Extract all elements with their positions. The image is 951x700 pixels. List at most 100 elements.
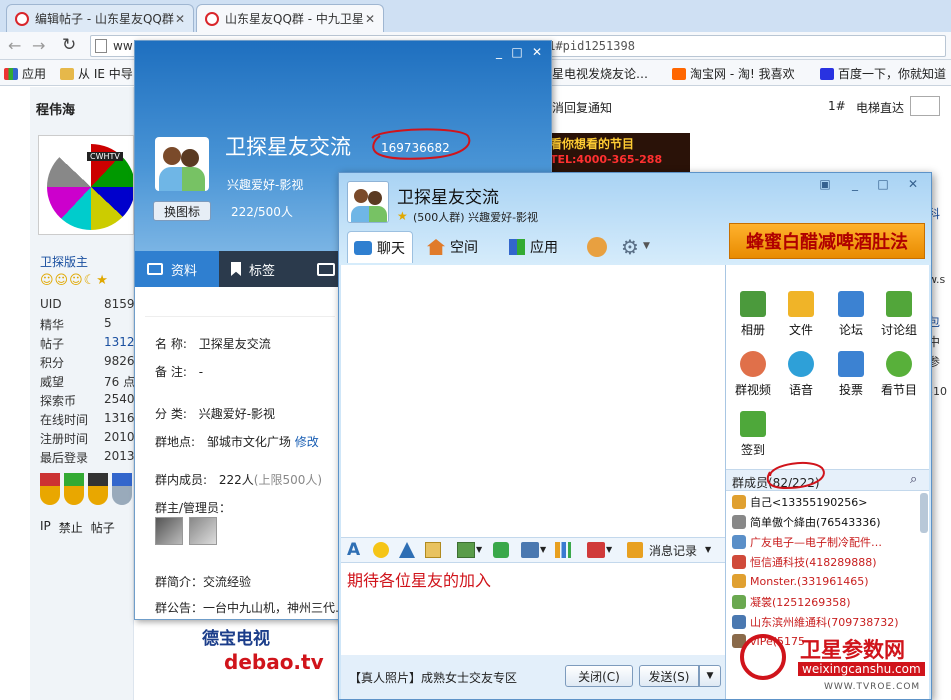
- member-item[interactable]: 凝裳(1251269358): [732, 594, 851, 610]
- notes-icon[interactable]: [425, 542, 441, 558]
- minimize-icon[interactable]: _: [491, 45, 507, 59]
- gear-icon[interactable]: ⚙: [621, 235, 639, 259]
- person-icon: [163, 147, 181, 165]
- ip-link[interactable]: IP: [40, 519, 51, 536]
- owner-avatar-icon: [732, 495, 746, 509]
- app-voice[interactable]: 语音: [778, 351, 824, 398]
- site-favicon-icon: [15, 11, 29, 26]
- stat-row: 注册时间 2010-: [40, 430, 139, 446]
- stat-row: 帖子 1312: [40, 335, 135, 351]
- debao-ad[interactable]: 德宝电视 debao.tv: [200, 620, 338, 680]
- app-watch-show[interactable]: 看节目: [876, 351, 922, 398]
- bookmark-baidu[interactable]: 百度一下，你就知道: [820, 65, 946, 82]
- footer-ad-link[interactable]: 【真人照片】成熟女士交友专区: [349, 669, 517, 686]
- reply-notify-label[interactable]: 消回复通知: [552, 99, 612, 116]
- format-toolbar: A ▼ ▼ ▼ 消息记录 ▼: [341, 537, 725, 563]
- bookmark-apps[interactable]: 应用: [4, 65, 46, 82]
- tab-chat[interactable]: 聊天: [347, 231, 413, 263]
- search-icon[interactable]: ⌕: [910, 472, 917, 487]
- forward-icon[interactable]: →: [32, 36, 45, 55]
- discussion-icon: [886, 291, 912, 317]
- chevron-down-icon[interactable]: ▼: [540, 545, 546, 554]
- chevron-down-icon[interactable]: ▼: [476, 545, 482, 554]
- app-discussion[interactable]: 讨论组: [876, 291, 922, 338]
- ban-link[interactable]: 禁止: [59, 519, 83, 536]
- banner-ad[interactable]: 看你想看的节目 TEL:4000-365-288: [546, 133, 690, 175]
- member-item[interactable]: 广友电子—电子制冷配件…: [732, 534, 882, 550]
- chevron-down-icon[interactable]: ▼: [643, 241, 650, 251]
- chart-icon[interactable]: [555, 542, 571, 558]
- skin-icon[interactable]: ▣: [817, 177, 833, 191]
- music-icon[interactable]: [493, 542, 509, 558]
- emoji-icon[interactable]: [373, 542, 389, 558]
- close-button[interactable]: 关闭(C): [565, 665, 633, 687]
- history-icon[interactable]: [627, 542, 643, 558]
- admin-avatar[interactable]: [189, 517, 217, 545]
- send-button[interactable]: 发送(S): [639, 665, 699, 687]
- font-icon[interactable]: A: [347, 540, 360, 560]
- close-tab-icon[interactable]: ✕: [175, 12, 185, 26]
- user-avatar[interactable]: CWHTV: [38, 135, 134, 235]
- member-item[interactable]: 简单傲个絳由(76543336): [732, 514, 881, 530]
- elevator-input[interactable]: [910, 96, 940, 116]
- tab-tags[interactable]: 标签: [219, 251, 305, 287]
- header-ad[interactable]: 蜂蜜白醋减啤酒肚法: [729, 223, 925, 259]
- shake-icon[interactable]: [399, 542, 415, 558]
- post-username[interactable]: 程伟海: [36, 99, 75, 118]
- chat-footer: 【真人照片】成熟女士交友专区 关闭(C) 发送(S) ▼: [341, 655, 725, 699]
- chevron-down-icon[interactable]: ▼: [705, 545, 711, 554]
- close-icon[interactable]: ✕: [905, 177, 921, 191]
- chat-group-avatar[interactable]: [347, 181, 389, 223]
- medal-badges: [40, 473, 132, 507]
- maximize-icon[interactable]: □: [509, 45, 525, 59]
- admin-avatar[interactable]: [155, 517, 183, 545]
- reload-icon[interactable]: ↻: [62, 35, 76, 55]
- folder-icon: [788, 291, 814, 317]
- member-item[interactable]: Monster.(331961465): [732, 574, 869, 588]
- screen-share-icon[interactable]: [587, 542, 605, 558]
- maximize-icon[interactable]: □: [875, 177, 891, 191]
- app-forum[interactable]: 论坛: [828, 291, 874, 338]
- chat-bubble-icon: [354, 240, 372, 255]
- add-member-icon[interactable]: [587, 237, 607, 257]
- close-tab-icon[interactable]: ✕: [365, 12, 375, 26]
- chevron-down-icon[interactable]: ▼: [606, 545, 612, 554]
- tab-apps[interactable]: 应用: [509, 231, 558, 263]
- edit-location-link[interactable]: 修改: [295, 435, 319, 449]
- group-avatar[interactable]: [155, 137, 209, 191]
- bar-chart-icon: [838, 351, 864, 377]
- stat-row: 最后登录 2013-: [40, 449, 139, 465]
- stat-row: 积分 9826: [40, 354, 135, 370]
- member-item[interactable]: 自己<13355190256>: [732, 494, 867, 510]
- back-icon[interactable]: ←: [8, 36, 21, 55]
- group-notice: 群公告：一台中九山机，神州三代…: [155, 601, 348, 615]
- send-options-chevron-icon[interactable]: ▼: [699, 665, 721, 687]
- close-icon[interactable]: ✕: [529, 45, 545, 59]
- bookmark-taobao[interactable]: 淘宝网 - 淘! 我喜欢: [672, 65, 795, 82]
- app-vote[interactable]: 投票: [828, 351, 874, 398]
- message-record-button[interactable]: 消息记录: [649, 542, 697, 559]
- message-input[interactable]: 期待各位星友的加入: [341, 563, 725, 655]
- member-item[interactable]: 山东滨州維通科(709738732): [732, 614, 899, 630]
- change-icon-button[interactable]: 换图标: [153, 201, 211, 221]
- bookmark-ie-import[interactable]: 从 IE 中导: [60, 65, 133, 82]
- posts-link[interactable]: 帖子: [91, 519, 115, 536]
- tab-profile[interactable]: 资料: [135, 251, 219, 287]
- field-name: 名 称: 卫探星友交流: [155, 337, 271, 351]
- member-avatar-icon: [732, 574, 746, 588]
- minimize-icon[interactable]: _: [847, 177, 863, 191]
- app-files[interactable]: 文件: [778, 291, 824, 338]
- image-icon[interactable]: [457, 542, 475, 558]
- bookmark-satellite-forum[interactable]: 卫星电视发烧友论…: [540, 65, 648, 82]
- app-group-video[interactable]: 群视频: [730, 351, 776, 398]
- tab-forum-thread[interactable]: 山东星友QQ群 - 中九卫星 ✕: [196, 4, 384, 32]
- tab-space[interactable]: 空间: [427, 231, 478, 263]
- app-album[interactable]: 相册: [730, 291, 776, 338]
- medal-icon: [112, 473, 132, 505]
- app-checkin[interactable]: 签到: [730, 411, 776, 458]
- member-list-scrollbar[interactable]: [920, 493, 928, 533]
- screenshot-icon[interactable]: [521, 542, 539, 558]
- member-item[interactable]: 恒信通科技(418289888): [732, 554, 877, 570]
- tab-edit-post[interactable]: 编辑帖子 - 山东星友QQ群 ✕: [6, 4, 194, 32]
- message-history[interactable]: [341, 265, 725, 537]
